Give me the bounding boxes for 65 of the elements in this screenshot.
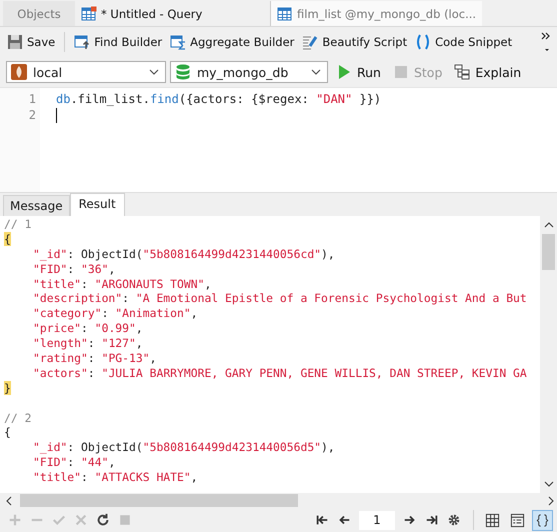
json-field-line: "category": "Animation", bbox=[33, 306, 198, 320]
refresh-icon[interactable] bbox=[96, 513, 110, 527]
document-tab[interactable]: film_list @my_mongo_db (loc... bbox=[270, 1, 482, 26]
last-page-icon[interactable] bbox=[425, 513, 439, 527]
json-field-line: "price": "0.99", bbox=[33, 321, 143, 336]
first-page-icon[interactable] bbox=[315, 513, 329, 527]
json-field-line: "title": "ARGONAUTS TOWN", bbox=[33, 276, 212, 291]
line-number: 2 bbox=[28, 107, 37, 123]
scroll-down-icon[interactable] bbox=[544, 481, 554, 487]
grid-icon bbox=[485, 512, 500, 528]
scroll-thumb[interactable] bbox=[20, 494, 298, 507]
page-number-field[interactable]: 1 bbox=[359, 510, 395, 530]
toolbar-button[interactable]: Aggregate Builder bbox=[167, 32, 298, 52]
scroll-up-icon[interactable] bbox=[544, 222, 554, 228]
json-field-line: "FID": "36", bbox=[33, 262, 116, 276]
toolbar-button[interactable]: Beautify Script bbox=[299, 32, 410, 52]
chevron-down-icon bbox=[149, 69, 159, 75]
document-tab[interactable]: Objects bbox=[3, 1, 75, 26]
previous-page-icon[interactable] bbox=[337, 513, 351, 527]
json-field-line: "length": "127", bbox=[33, 336, 143, 350]
action-button[interactable]: Run bbox=[332, 62, 385, 82]
code-editor[interactable]: 1 2 db.film_list.find({actors: {$regex: "DAN" }}) bbox=[0, 87, 557, 192]
database-icon bbox=[175, 64, 191, 80]
chevron-down-icon bbox=[311, 69, 321, 75]
result-tab[interactable]: Result bbox=[70, 193, 125, 216]
tree-diagram-icon bbox=[454, 64, 470, 80]
brace: { bbox=[4, 232, 11, 246]
connection-select[interactable]: local bbox=[6, 61, 166, 83]
scroll-thumb[interactable] bbox=[542, 234, 555, 270]
json-field-line: "actors": "JULIA BARRYMORE, GARY PENN, GENE WILLIS, DAN STREEP, KEVIN GA bbox=[33, 366, 527, 380]
brace: { bbox=[4, 425, 11, 440]
document-comment: // 1 bbox=[4, 217, 32, 231]
document-comment: // 2 bbox=[4, 410, 32, 425]
toolbar-button[interactable]: Find Builder bbox=[71, 32, 166, 52]
braces-icon bbox=[535, 512, 550, 528]
text-view-button[interactable] bbox=[532, 510, 553, 530]
play-icon bbox=[336, 64, 352, 80]
overflow-chevron-icon[interactable] bbox=[541, 31, 551, 53]
json-field-line: "description": "A Emotional Epistle of a Forensic Psychologist And a But bbox=[33, 291, 527, 306]
json-field-line: "FID": "44", bbox=[33, 455, 116, 470]
parentheses-icon bbox=[415, 34, 432, 50]
table-icon bbox=[277, 6, 293, 22]
action-button[interactable]: Explain bbox=[450, 62, 526, 82]
json-field-line: "rating": "PG-13", bbox=[33, 351, 156, 366]
next-page-icon[interactable] bbox=[403, 513, 417, 527]
result-tab[interactable]: Message bbox=[3, 195, 70, 216]
lines-brush-icon bbox=[302, 34, 318, 50]
scroll-left-icon[interactable] bbox=[6, 496, 12, 506]
toolbar-button[interactable]: Save bbox=[4, 32, 58, 52]
scroll-right-icon[interactable] bbox=[548, 496, 554, 506]
query-table-icon bbox=[81, 6, 97, 22]
database-select[interactable]: my_mongo_db bbox=[170, 61, 328, 83]
table-sigma-icon bbox=[170, 34, 186, 50]
json-field-line: "title": "ATTACKS HATE", bbox=[33, 470, 198, 484]
stop-icon bbox=[392, 64, 409, 80]
text-cursor bbox=[56, 108, 57, 124]
code-line: db.film_list.find({actors: {$regex: "DAN" }}) bbox=[56, 92, 382, 106]
toolbar-button[interactable]: Code Snippet bbox=[412, 32, 516, 52]
leaf-icon bbox=[11, 64, 27, 80]
json-field-line: "_id": ObjectId("5b808164499d4231440056d5"), bbox=[33, 440, 335, 454]
list-form-icon bbox=[510, 512, 525, 528]
line-number: 1 bbox=[28, 91, 37, 107]
json-field-line: "_id": ObjectId("5b808164499d4231440056cd"), bbox=[33, 246, 335, 261]
brace: } bbox=[4, 380, 11, 395]
settings-icon[interactable] bbox=[447, 513, 461, 527]
